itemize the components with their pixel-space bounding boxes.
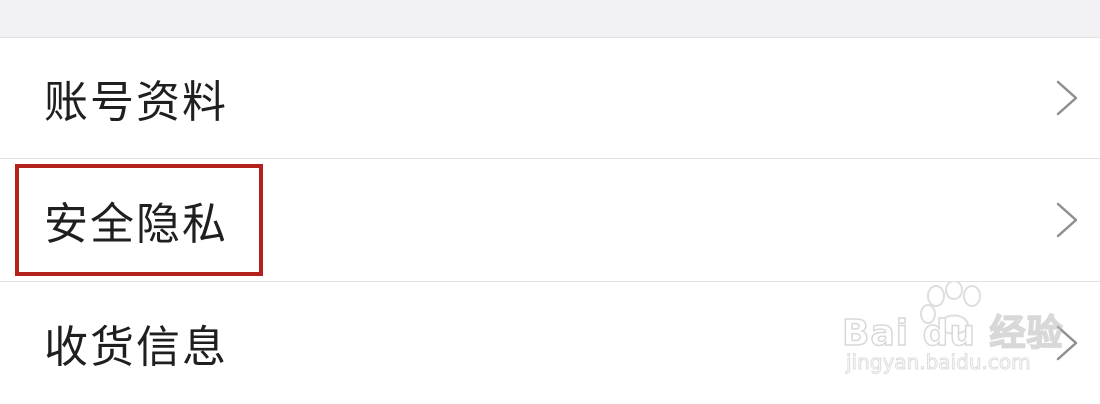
menu-item-label: 账号资料 <box>44 77 228 128</box>
menu-item-security-privacy[interactable]: 安全隐私 <box>0 159 1100 281</box>
chevron-right-icon <box>1056 325 1078 361</box>
menu-item-label: 收货信息 <box>44 322 228 373</box>
menu-item-label: 安全隐私 <box>44 199 228 250</box>
menu-item-shipping-info[interactable]: 收货信息 <box>0 282 1100 404</box>
chevron-right-icon <box>1056 202 1078 238</box>
menu-item-account-profile[interactable]: 账号资料 <box>0 38 1100 158</box>
chevron-right-icon <box>1056 80 1078 116</box>
settings-menu-list: 账号资料 安全隐私 收货信息 <box>0 38 1100 404</box>
top-spacer <box>0 0 1100 38</box>
